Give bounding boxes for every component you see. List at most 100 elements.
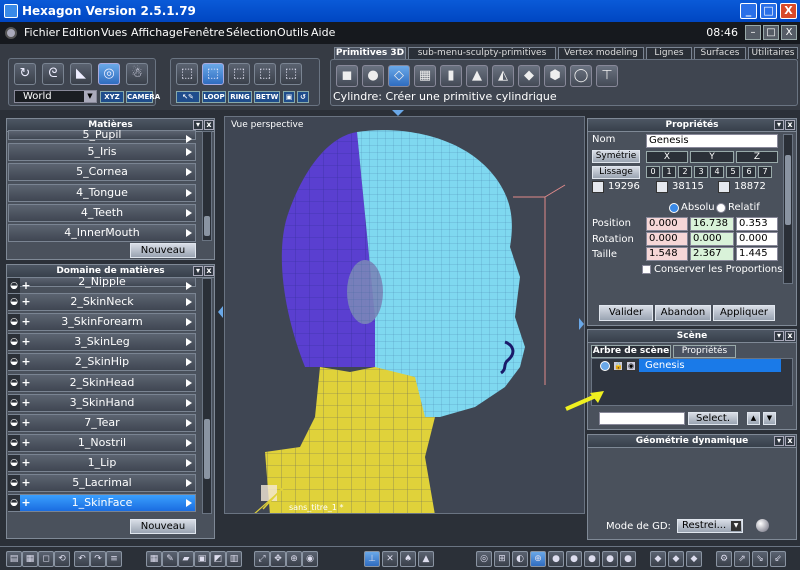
add-icon[interactable]: + bbox=[21, 495, 31, 511]
menu-fichier[interactable]: Fichier bbox=[24, 22, 60, 44]
render-sphere-icon[interactable]: ● bbox=[548, 551, 564, 567]
axis-z-button[interactable]: Z bbox=[736, 151, 778, 163]
list-item[interactable]: 4_Teeth bbox=[8, 204, 196, 222]
domaine-item[interactable]: ◒ +3_SkinForearm bbox=[8, 313, 196, 332]
taille-y-field[interactable]: 2.367 bbox=[690, 247, 734, 261]
matieres-scrollbar[interactable] bbox=[202, 131, 212, 241]
lissage-button[interactable]: Lissage bbox=[592, 166, 640, 179]
lock-icon[interactable]: 🔒 bbox=[613, 361, 623, 371]
cylinder-primitive-icon[interactable]: ▮ bbox=[440, 65, 462, 87]
list-item[interactable]: 5_Iris bbox=[8, 143, 196, 161]
scene-node-genesis[interactable]: Genesis bbox=[639, 359, 781, 372]
domaine-item[interactable]: ◒ +5_Lacrimal bbox=[8, 474, 196, 492]
rotate-icon[interactable]: ↻ bbox=[14, 63, 36, 85]
space-select[interactable]: World ▼ bbox=[14, 90, 97, 103]
bottom-left-icon-3[interactable]: ◻ bbox=[38, 551, 54, 567]
lissage-7[interactable]: 7 bbox=[758, 166, 772, 178]
add-icon[interactable]: + bbox=[21, 455, 31, 471]
position-x-field[interactable]: 0.000 bbox=[646, 217, 688, 231]
pyramid-primitive-icon[interactable]: ◭ bbox=[492, 65, 514, 87]
magnet-icon[interactable]: ◎ bbox=[98, 63, 120, 85]
maximize-button[interactable]: □ bbox=[760, 3, 777, 19]
lissage-2[interactable]: 2 bbox=[678, 166, 692, 178]
close-button[interactable]: X bbox=[780, 3, 797, 19]
render-grid-icon[interactable]: ⊞ bbox=[494, 551, 510, 567]
render-shaded-icon[interactable]: ⊕ bbox=[530, 551, 546, 567]
material-sphere-icon[interactable]: ◒ bbox=[8, 454, 20, 471]
tab-utilitaires[interactable]: Utilitaires bbox=[748, 47, 798, 59]
tool-ground-icon[interactable]: ▲ bbox=[418, 551, 434, 567]
domaine-item[interactable]: ◒ +3_SkinLeg bbox=[8, 333, 196, 352]
add-icon[interactable]: + bbox=[21, 294, 31, 310]
panel-menu-button[interactable]: ▾ bbox=[774, 436, 784, 446]
torus-primitive-icon[interactable]: ◯ bbox=[570, 65, 592, 87]
lissage-3[interactable]: 3 bbox=[694, 166, 708, 178]
tab-arbre-de-scene[interactable]: Arbre de scène bbox=[591, 345, 671, 358]
panel-menu-button[interactable]: ▾ bbox=[774, 120, 784, 130]
doc-close-button[interactable]: X bbox=[781, 25, 797, 40]
tab-lignes[interactable]: Lignes bbox=[646, 47, 692, 59]
grid-icon[interactable]: ▦ bbox=[146, 551, 162, 567]
domaine-item[interactable]: ◒ +2_SkinHead bbox=[8, 373, 196, 392]
material-sphere-icon[interactable]: ◒ bbox=[8, 414, 20, 431]
material-sphere-icon[interactable]: ◒ bbox=[8, 334, 20, 351]
axis-x-button[interactable]: X bbox=[646, 151, 688, 163]
tool-person-icon[interactable]: ♠ bbox=[400, 551, 416, 567]
cone-primitive-icon[interactable]: ▲ bbox=[466, 65, 488, 87]
zoom-icon[interactable]: ⊕ bbox=[286, 551, 302, 567]
lissage-1[interactable]: 1 bbox=[662, 166, 676, 178]
render-sphere-3-icon[interactable]: ● bbox=[584, 551, 600, 567]
visibility-icon[interactable] bbox=[600, 361, 610, 371]
render-sphere-2-icon[interactable]: ● bbox=[566, 551, 582, 567]
sel-loop-icon[interactable]: ↺ bbox=[297, 91, 309, 103]
list-item[interactable]: 5_Cornea bbox=[8, 163, 196, 181]
conserver-checkbox[interactable] bbox=[642, 265, 651, 274]
folder-icon[interactable]: ▰ bbox=[178, 551, 194, 567]
add-icon[interactable]: + bbox=[21, 435, 31, 451]
paint-icon[interactable]: ✎ bbox=[162, 551, 178, 567]
domaine-item[interactable]: ◒ +2_SkinNeck bbox=[8, 293, 196, 312]
rotation-y-field[interactable]: 0.000 bbox=[690, 232, 734, 246]
matieres-nouveau-button[interactable]: Nouveau bbox=[130, 243, 196, 258]
cube-edge-icon[interactable]: ⬚ bbox=[228, 63, 250, 85]
add-icon[interactable]: + bbox=[21, 415, 31, 431]
ghost-icon[interactable]: ☃ bbox=[126, 63, 148, 85]
sel-mode-icons[interactable]: ↖✎ bbox=[176, 91, 200, 103]
settings-gear-icon[interactable]: ⚙ bbox=[716, 551, 732, 567]
panel-close-button[interactable]: x bbox=[785, 120, 795, 130]
lissage-0[interactable]: 0 bbox=[646, 166, 660, 178]
plane-primitive-icon[interactable]: ◇ bbox=[388, 65, 410, 87]
bottom-undo-icon[interactable]: ↶ bbox=[74, 551, 90, 567]
proprietes-scrollbar[interactable] bbox=[783, 134, 793, 284]
list-item[interactable]: 4_Tongue bbox=[8, 184, 196, 202]
zoom-fit-icon[interactable]: ⤢ bbox=[254, 551, 270, 567]
lissage-4[interactable]: 4 bbox=[710, 166, 724, 178]
taille-x-field[interactable]: 1.548 bbox=[646, 247, 688, 261]
render-smooth-icon[interactable]: ◐ bbox=[512, 551, 528, 567]
lissage-6[interactable]: 6 bbox=[742, 166, 756, 178]
pan-icon[interactable]: ✥ bbox=[270, 551, 286, 567]
cube-primitive-icon[interactable]: ◼ bbox=[336, 65, 358, 87]
domaine-item[interactable]: ◒ +7_Tear bbox=[8, 413, 196, 432]
view-eye-icon[interactable]: ◉ bbox=[302, 551, 318, 567]
panel-menu-button[interactable]: ▾ bbox=[193, 120, 203, 130]
menu-selection[interactable]: Sélection bbox=[226, 22, 277, 44]
tab-primitives-3d[interactable]: Primitives 3D bbox=[334, 47, 406, 59]
material-sphere-icon[interactable]: ◒ bbox=[8, 314, 20, 331]
material-sphere-icon[interactable]: ◒ bbox=[8, 354, 20, 371]
domaine-item[interactable]: ◒ +1_Lip bbox=[8, 453, 196, 472]
panel-close-button[interactable]: x bbox=[204, 120, 214, 130]
render-sphere-4-icon[interactable]: ● bbox=[602, 551, 618, 567]
axis-y-button[interactable]: Y bbox=[690, 151, 734, 163]
light-3-icon[interactable]: ◆ bbox=[686, 551, 702, 567]
material-sphere-icon[interactable]: ◒ bbox=[8, 278, 20, 294]
diamond-primitive-icon[interactable]: ◆ bbox=[518, 65, 540, 87]
menu-outils[interactable]: Outils bbox=[277, 22, 309, 44]
between-button[interactable]: BETW bbox=[254, 91, 280, 103]
render-wire-icon[interactable]: ◎ bbox=[476, 551, 492, 567]
pipe-primitive-icon[interactable]: ⊤ bbox=[596, 65, 618, 87]
chevron-up-icon[interactable]: ▲ bbox=[747, 412, 760, 425]
rotation-z-field[interactable]: 0.000 bbox=[736, 232, 778, 246]
loop-button[interactable]: LOOP bbox=[202, 91, 226, 103]
camera-toggle[interactable]: CAMERA bbox=[126, 91, 160, 103]
